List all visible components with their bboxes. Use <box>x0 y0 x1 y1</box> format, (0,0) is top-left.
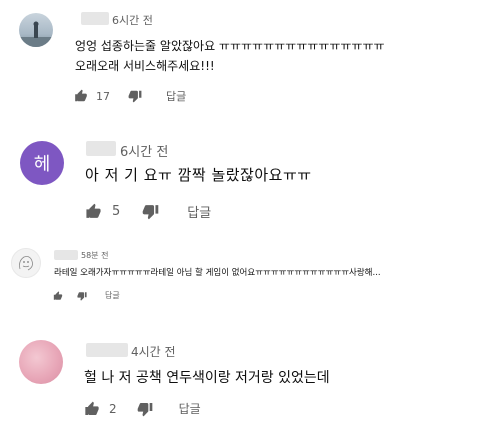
avatar[interactable] <box>19 340 63 384</box>
comment-text-line-1: 라테일 오래가자ㅠㅠㅠㅠㅠ라테일 아님 할 게임이 없어요ㅠㅠㅠㅠㅠㅠㅠㅠㅠㅠㅠ… <box>54 268 381 278</box>
like-count: 5 <box>112 204 121 219</box>
avatar[interactable]: 헤 <box>20 141 64 185</box>
thumbs-up-icon <box>75 89 87 102</box>
avatar[interactable] <box>11 248 41 278</box>
comment-time[interactable]: 4시간 전 <box>131 343 176 360</box>
comment-text-line-1: 헐 나 저 공책 연두색이랑 저거랑 있었는데 <box>84 370 330 386</box>
like-count: 2 <box>109 401 117 416</box>
like-button[interactable] <box>53 290 63 301</box>
dislike-button[interactable] <box>128 89 142 103</box>
thumbs-down-icon <box>142 205 159 220</box>
comment-time[interactable]: 58분 전 <box>81 250 108 261</box>
like-count: 17 <box>96 89 110 103</box>
reply-button[interactable]: 답글 <box>179 400 201 417</box>
thumbs-up-icon <box>85 401 99 415</box>
dislike-button[interactable] <box>77 291 87 301</box>
reply-button[interactable]: 답글 <box>187 202 211 221</box>
author-name-redacted[interactable] <box>86 141 116 156</box>
comment-time[interactable]: 6시간 전 <box>112 12 153 28</box>
dislike-button[interactable] <box>137 401 153 417</box>
reply-button[interactable]: 답글 <box>105 290 120 301</box>
author-name-redacted[interactable] <box>86 343 128 357</box>
thumbs-up-icon <box>53 290 63 300</box>
comment-actions: 2 답글 <box>84 400 201 417</box>
person-silhouette-icon <box>19 21 53 47</box>
comment-actions: 5 답글 <box>85 202 211 221</box>
comment-actions: 17 답글 <box>74 88 186 104</box>
sketch-face-icon <box>19 256 33 271</box>
dislike-button[interactable] <box>142 203 159 220</box>
like-button[interactable] <box>84 401 100 417</box>
thumbs-down-icon <box>128 90 142 103</box>
comment-text-line-1: 아 저 기 요ㅠ 깜짝 놀랐잖아요ㅠㅠ <box>85 166 312 184</box>
like-button[interactable] <box>85 203 102 220</box>
thumbs-down-icon <box>77 291 87 301</box>
thumbs-down-icon <box>137 402 152 416</box>
reply-button[interactable]: 답글 <box>166 88 186 104</box>
comment-text-line-1: 엉엉 섭종하는줄 알았잖아요 ㅠㅠㅠㅠㅠㅠㅠㅠㅠㅠㅠㅠㅠㅠㅠ <box>75 39 385 53</box>
author-name-redacted[interactable] <box>54 250 78 260</box>
comment-actions: 답글 <box>53 290 120 301</box>
like-button[interactable] <box>74 89 88 103</box>
author-name-redacted[interactable] <box>81 12 109 25</box>
avatar[interactable] <box>19 13 53 47</box>
comment-time[interactable]: 6시간 전 <box>120 141 168 160</box>
comment-text-line-2: 오래오래 서비스해주세요!!! <box>75 59 215 73</box>
thumbs-up-icon <box>86 203 101 218</box>
